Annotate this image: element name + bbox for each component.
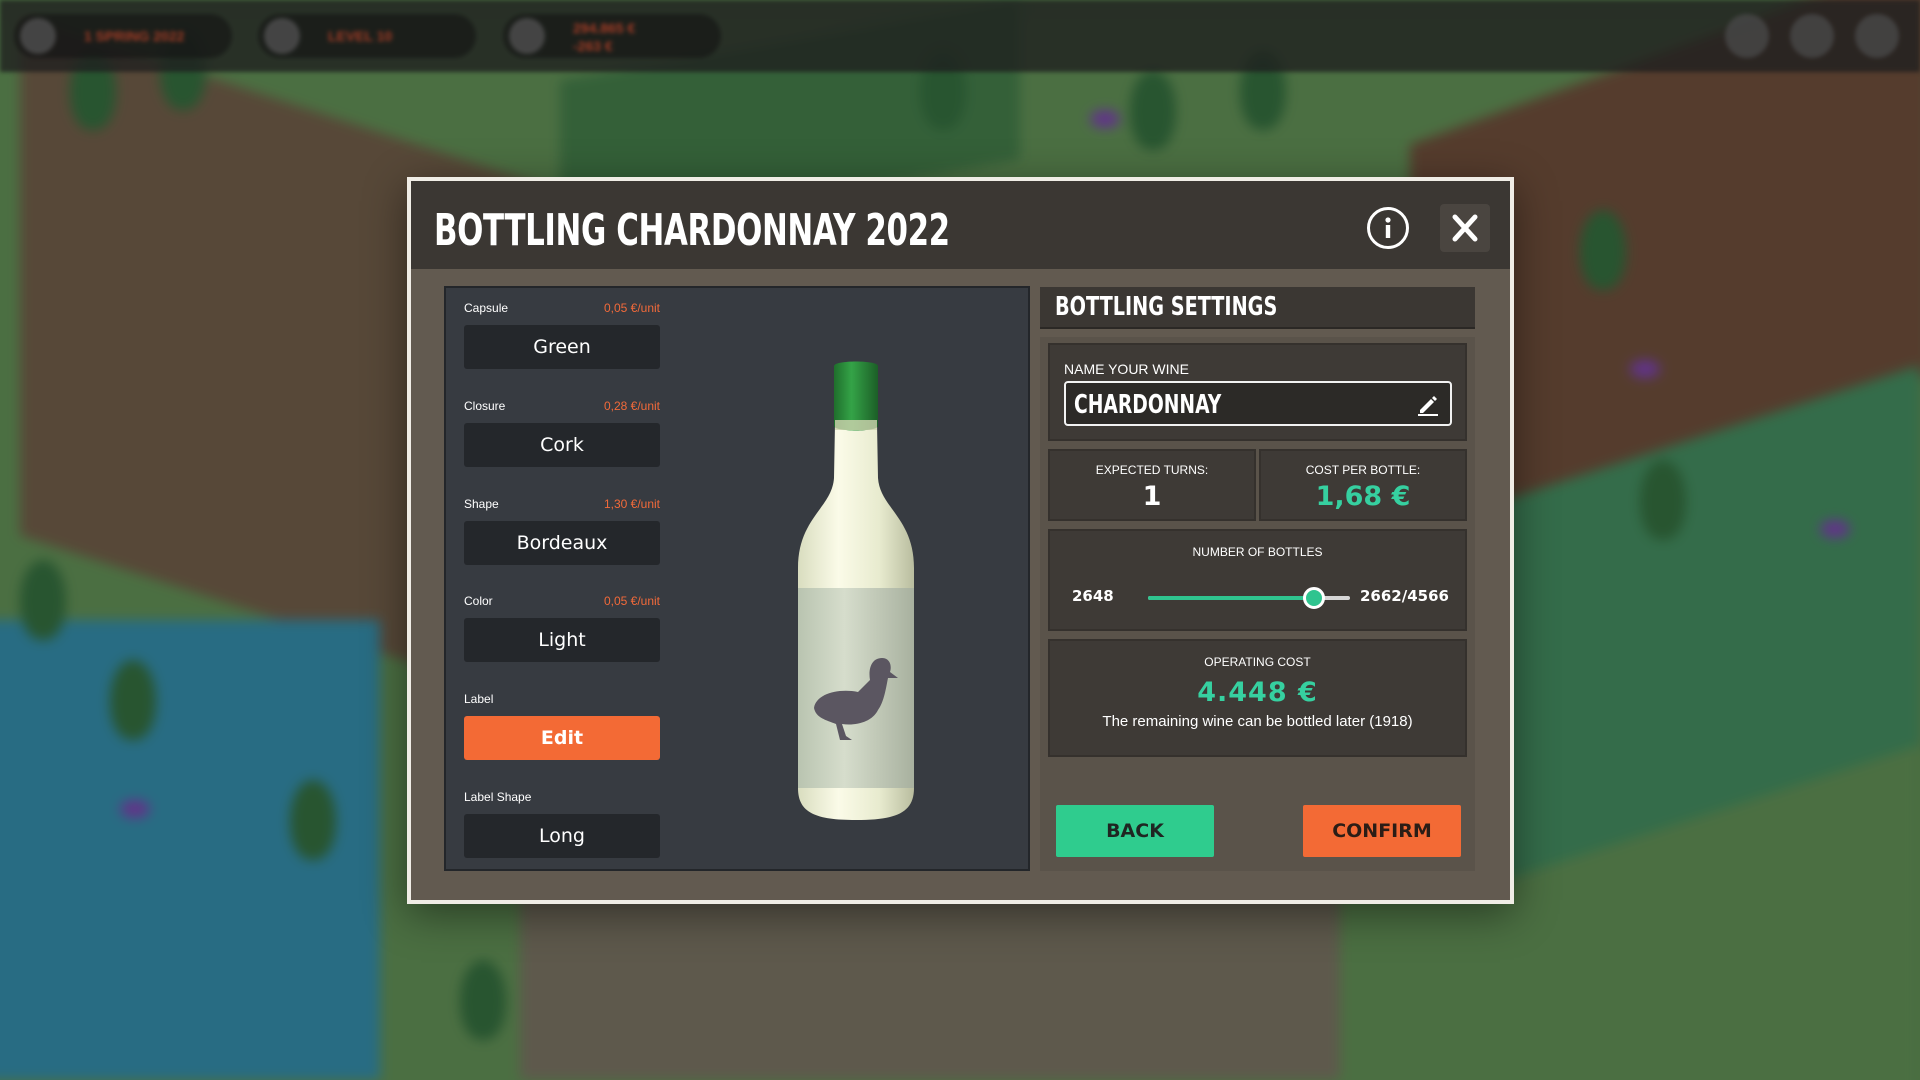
bottle-count-current: 2662/4566	[1360, 587, 1449, 605]
bottle-customization-panel: Capsule 0,05 €/unit Green Closure 0,28 €…	[444, 286, 1030, 871]
capsule-label: Capsule	[464, 301, 509, 315]
settings-title: BOTTLING SETTINGS	[1055, 292, 1278, 322]
info-icon	[1385, 217, 1391, 238]
bottle-count-section: NUMBER OF BOTTLES 2648 2662/4566	[1048, 529, 1467, 631]
wine-name-section: NAME YOUR WINE CHARDONNAY	[1048, 343, 1467, 441]
operating-cost-label: OPERATING COST	[1204, 655, 1311, 669]
settings-panel: NAME YOUR WINE CHARDONNAY EXPECTED TURNS…	[1040, 337, 1475, 871]
close-icon	[1452, 214, 1478, 242]
operating-cost-value: 4.448 €	[1197, 677, 1318, 708]
back-button[interactable]: BACK	[1056, 805, 1214, 857]
cost-per-bottle-label: COST PER BOTTLE:	[1305, 463, 1421, 477]
shape-option: Shape 1,30 €/unit Bordeaux	[464, 497, 660, 565]
label-label: Label	[464, 692, 494, 706]
settings-header: BOTTLING SETTINGS	[1040, 287, 1475, 329]
closure-price: 0,28 €/unit	[603, 399, 660, 413]
capsule-price: 0,05 €/unit	[603, 301, 660, 315]
cost-per-bottle-box: COST PER BOTTLE: 1,68 €	[1259, 449, 1467, 521]
wine-name-input[interactable]: CHARDONNAY	[1064, 381, 1452, 426]
cost-per-bottle-value: 1,68 €	[1315, 481, 1411, 512]
wine-name-label: NAME YOUR WINE	[1064, 361, 1189, 377]
capsule-option: Capsule 0,05 €/unit Green	[464, 301, 660, 369]
expected-turns-label: EXPECTED TURNS:	[1095, 463, 1209, 477]
expected-turns-value: 1	[1142, 481, 1162, 512]
color-label: Color	[464, 594, 493, 608]
closure-label: Closure	[464, 399, 506, 413]
label-shape-option: Label Shape Long	[464, 790, 660, 858]
bottling-dialog: BOTTLING CHARDONNAY 2022 Capsule 0,05 €/…	[407, 177, 1514, 904]
slider-thumb[interactable]	[1302, 587, 1325, 609]
label-option: Label Edit	[464, 692, 660, 760]
wine-bottle-image	[798, 361, 914, 820]
bottle-count-label: NUMBER OF BOTTLES	[1192, 545, 1323, 559]
expected-turns-box: EXPECTED TURNS: 1	[1048, 449, 1256, 521]
wine-name-value: CHARDONNAY	[1074, 390, 1222, 420]
dialog-title: BOTTLING CHARDONNAY 2022	[434, 205, 950, 256]
operating-cost-section: OPERATING COST 4.448 € The remaining win…	[1048, 639, 1467, 757]
slider-fill	[1148, 596, 1314, 600]
info-button[interactable]	[1367, 207, 1409, 249]
bottle-count-slider[interactable]	[1148, 587, 1350, 609]
label-shape-selector[interactable]: Long	[464, 814, 660, 858]
closure-option: Closure 0,28 €/unit Cork	[464, 399, 660, 467]
shape-price: 1,30 €/unit	[603, 497, 660, 511]
capsule-selector[interactable]: Green	[464, 325, 660, 369]
remaining-wine-note: The remaining wine can be bottled later …	[1102, 713, 1413, 730]
shape-selector[interactable]: Bordeaux	[464, 521, 660, 565]
label-shape-label: Label Shape	[464, 790, 532, 804]
bottle-count-min: 2648	[1072, 587, 1114, 605]
color-selector[interactable]: Light	[464, 618, 660, 662]
confirm-button[interactable]: CONFIRM	[1303, 805, 1461, 857]
color-price: 0,05 €/unit	[603, 594, 660, 608]
edit-label-button[interactable]: Edit	[464, 716, 660, 760]
shape-label: Shape	[464, 497, 499, 511]
bottle-preview	[786, 358, 926, 828]
dialog-header: BOTTLING CHARDONNAY 2022	[411, 181, 1510, 269]
closure-selector[interactable]: Cork	[464, 423, 660, 467]
color-option: Color 0,05 €/unit Light	[464, 594, 660, 662]
edit-pencil-icon[interactable]	[1416, 392, 1440, 416]
close-button[interactable]	[1440, 204, 1490, 252]
